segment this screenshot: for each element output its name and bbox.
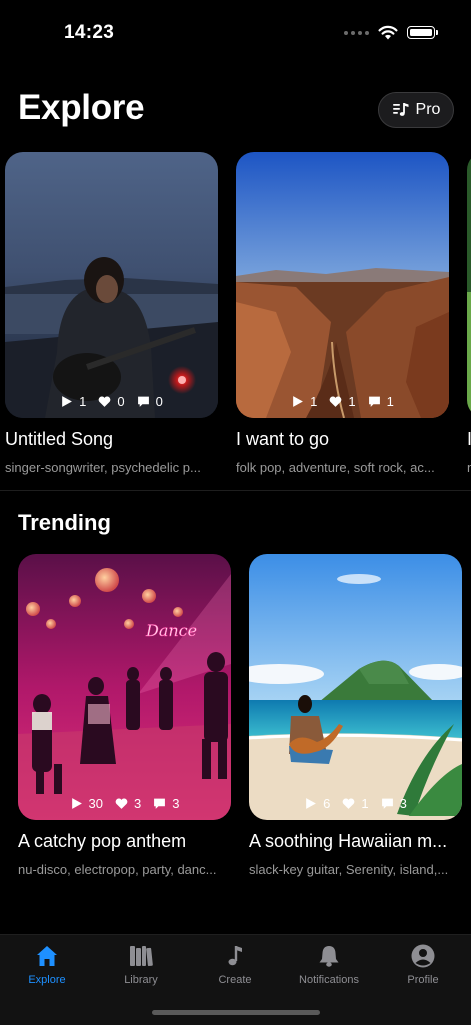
heart-icon bbox=[330, 396, 342, 407]
like-count: 0 bbox=[117, 394, 125, 409]
song-tags: folk pop, adventure, soft rock, ac... bbox=[236, 460, 435, 475]
song-tags: slack-key guitar, Serenity, island,... bbox=[249, 862, 449, 877]
song-title: Untitled Song bbox=[5, 429, 114, 449]
tab-create[interactable]: Create bbox=[188, 935, 282, 995]
song-tags: singer-songwriter, psychedelic p... bbox=[5, 460, 201, 475]
song-cover: 1 1 1 bbox=[236, 152, 449, 418]
comment-count: 0 bbox=[155, 394, 163, 409]
comment-icon bbox=[381, 798, 393, 809]
song-cover: 6 1 3 bbox=[249, 554, 462, 820]
books-icon bbox=[130, 946, 153, 967]
play-icon bbox=[71, 798, 82, 809]
tab-explore[interactable]: Explore bbox=[0, 935, 94, 995]
music-note-icon bbox=[228, 946, 242, 966]
play-count: 1 bbox=[310, 394, 318, 409]
song-tags: n bbox=[467, 460, 471, 475]
tab-library[interactable]: Library bbox=[94, 935, 188, 995]
status-icons bbox=[344, 25, 438, 40]
person-icon bbox=[411, 944, 435, 968]
song-cover: Dance 30 3 3 bbox=[18, 554, 231, 820]
trending-card[interactable]: Dance 30 3 3 A catchy pop anthem nu-disc… bbox=[18, 554, 231, 877]
tab-label: Create bbox=[218, 974, 252, 986]
house-icon bbox=[37, 946, 57, 966]
song-title: A catchy pop anthem bbox=[18, 831, 187, 851]
song-stats: 1 0 0 bbox=[5, 394, 218, 409]
tab-label: Profile bbox=[407, 974, 439, 986]
play-count: 1 bbox=[79, 394, 87, 409]
like-count: 1 bbox=[348, 394, 356, 409]
song-card[interactable]: 1 1 1 I want to go folk pop, adventure, … bbox=[236, 152, 449, 475]
battery-icon bbox=[407, 26, 438, 39]
trending-heading: Trending bbox=[18, 510, 111, 535]
like-count: 1 bbox=[361, 796, 369, 811]
heart-icon bbox=[115, 798, 128, 809]
status-bar: 14:23 bbox=[0, 0, 471, 70]
tab-profile[interactable]: Profile bbox=[376, 935, 470, 995]
song-title: I bbox=[467, 429, 471, 450]
pro-label: Pro bbox=[415, 101, 441, 118]
comment-count: 3 bbox=[399, 796, 407, 811]
song-title: I want to go bbox=[236, 429, 330, 449]
play-count: 6 bbox=[323, 796, 331, 811]
music-list-icon bbox=[392, 103, 409, 116]
song-cover bbox=[467, 152, 471, 418]
page-title: Explore bbox=[18, 88, 145, 127]
song-cover: 1 0 0 bbox=[5, 152, 218, 418]
tab-label: Explore bbox=[28, 974, 66, 986]
tab-notifications[interactable]: Notifications bbox=[282, 935, 376, 995]
comment-count: 1 bbox=[386, 394, 394, 409]
comment-icon bbox=[137, 396, 149, 407]
status-time: 14:23 bbox=[64, 22, 115, 43]
song-title: A soothing Hawaiian m... bbox=[249, 831, 448, 851]
section-divider bbox=[0, 490, 471, 491]
heart-icon bbox=[99, 396, 111, 407]
song-stats: 30 3 3 bbox=[18, 796, 231, 811]
song-stats: 6 1 3 bbox=[249, 796, 462, 811]
wifi-icon bbox=[378, 25, 398, 40]
like-count: 3 bbox=[134, 796, 142, 811]
play-icon bbox=[306, 798, 317, 809]
tab-label: Notifications bbox=[299, 974, 359, 986]
tab-label: Library bbox=[124, 974, 158, 986]
comment-count: 3 bbox=[172, 796, 180, 811]
song-stats: 1 1 1 bbox=[236, 394, 449, 409]
trending-card[interactable]: 6 1 3 A soothing Hawaiian m... slack-key… bbox=[249, 554, 462, 877]
bell-icon bbox=[319, 946, 339, 967]
play-count: 30 bbox=[88, 796, 103, 811]
neon-sign: Dance bbox=[145, 621, 197, 640]
pro-button[interactable]: Pro bbox=[378, 92, 454, 128]
signal-icon bbox=[344, 30, 369, 35]
song-tags: nu-disco, electropop, party, danc... bbox=[18, 862, 217, 877]
song-card[interactable]: 1 0 0 Untitled Song singer-songwriter, p… bbox=[5, 152, 218, 475]
comment-icon bbox=[368, 396, 380, 407]
heart-icon bbox=[343, 798, 355, 809]
play-icon bbox=[62, 396, 73, 407]
play-icon bbox=[293, 396, 304, 407]
song-card[interactable]: I n bbox=[467, 152, 471, 475]
comment-icon bbox=[154, 798, 166, 809]
home-indicator bbox=[152, 1010, 320, 1015]
